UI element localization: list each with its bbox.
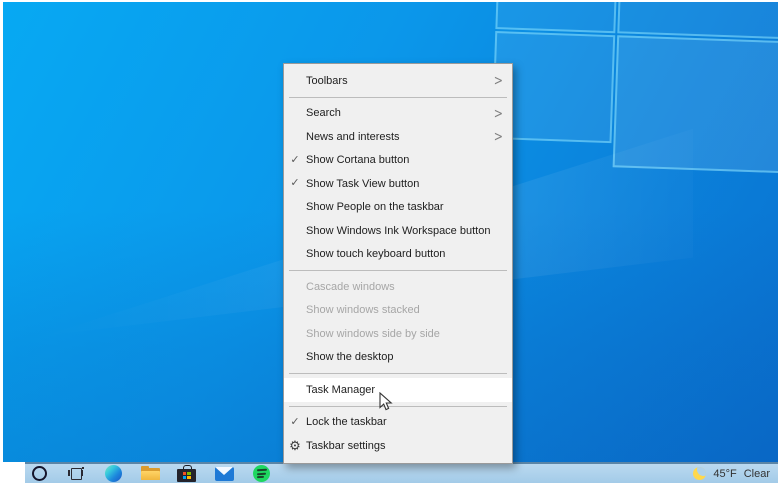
edge-icon bbox=[105, 465, 122, 482]
microsoft-store-icon bbox=[177, 465, 197, 482]
taskbar: 45°F Clear bbox=[3, 462, 778, 483]
mail-button[interactable] bbox=[212, 465, 236, 483]
menu-item-cascade-windows: Cascade windows bbox=[284, 275, 512, 299]
submenu-arrow-icon: > bbox=[494, 129, 503, 145]
checkmark-icon: ✓ bbox=[284, 155, 306, 166]
mail-icon bbox=[215, 467, 234, 481]
menu-item-task-manager[interactable]: Task Manager bbox=[284, 378, 512, 402]
menu-item-show-windows-side-by-side: Show windows side by side bbox=[284, 322, 512, 346]
menu-item-show-task-view-button[interactable]: ✓ Show Task View button bbox=[284, 172, 512, 196]
menu-item-label: Show touch keyboard button bbox=[306, 248, 506, 260]
menu-item-show-the-desktop[interactable]: Show the desktop bbox=[284, 346, 512, 370]
edge-button[interactable] bbox=[101, 465, 125, 483]
file-explorer-button[interactable] bbox=[138, 465, 162, 483]
gear-icon: ⚙ bbox=[284, 439, 306, 452]
windows-logo-icon bbox=[183, 472, 191, 479]
menu-item-label: Lock the taskbar bbox=[306, 416, 506, 428]
menu-separator bbox=[289, 373, 507, 374]
weather-temperature: 45°F bbox=[713, 468, 736, 480]
menu-item-show-touch-keyboard-button[interactable]: Show touch keyboard button bbox=[284, 243, 512, 267]
submenu-arrow-icon: > bbox=[494, 105, 503, 121]
menu-item-label: Show Task View button bbox=[306, 178, 506, 190]
menu-item-taskbar-settings[interactable]: ⚙ Taskbar settings bbox=[284, 434, 512, 458]
menu-item-label: Taskbar settings bbox=[306, 440, 506, 452]
menu-item-show-cortana-button[interactable]: ✓ Show Cortana button bbox=[284, 149, 512, 173]
menu-item-show-windows-ink-workspace-button[interactable]: Show Windows Ink Workspace button bbox=[284, 219, 512, 243]
menu-item-label: Show Cortana button bbox=[306, 154, 506, 166]
menu-item-label: Toolbars bbox=[306, 75, 494, 87]
menu-item-label: Show windows side by side bbox=[306, 328, 506, 340]
menu-item-show-windows-stacked: Show windows stacked bbox=[284, 299, 512, 323]
checkmark-icon: ✓ bbox=[284, 417, 306, 428]
menu-item-label: Task Manager bbox=[306, 384, 506, 396]
cortana-ring-icon bbox=[32, 466, 47, 481]
menu-separator bbox=[289, 97, 507, 98]
file-explorer-icon bbox=[140, 466, 161, 482]
submenu-arrow-icon: > bbox=[494, 73, 503, 89]
weather-widget[interactable]: 45°F Clear bbox=[693, 464, 770, 483]
taskbar-icons bbox=[27, 464, 273, 483]
menu-item-label: Show windows stacked bbox=[306, 304, 506, 316]
menu-item-label: Search bbox=[306, 107, 494, 119]
menu-item-show-people-on-the-taskbar[interactable]: Show People on the taskbar bbox=[284, 196, 512, 220]
spotify-button[interactable] bbox=[249, 465, 273, 483]
screenshot-corner-mask bbox=[0, 462, 25, 487]
menu-item-label: Show Windows Ink Workspace button bbox=[306, 225, 506, 237]
menu-item-label: Cascade windows bbox=[306, 281, 506, 293]
weather-condition: Clear bbox=[744, 468, 770, 480]
menu-item-search[interactable]: Search > bbox=[284, 102, 512, 126]
moon-icon bbox=[693, 467, 706, 480]
taskbar-context-menu: Toolbars > Search > News and interests >… bbox=[283, 63, 513, 464]
checkmark-icon: ✓ bbox=[284, 178, 306, 189]
task-view-button[interactable] bbox=[64, 465, 88, 483]
menu-item-label: Show the desktop bbox=[306, 351, 506, 363]
microsoft-store-button[interactable] bbox=[175, 465, 199, 483]
menu-item-label: Show People on the taskbar bbox=[306, 201, 506, 213]
menu-item-lock-the-taskbar[interactable]: ✓ Lock the taskbar bbox=[284, 411, 512, 435]
spotify-icon bbox=[253, 465, 270, 482]
menu-item-label: News and interests bbox=[306, 131, 494, 143]
menu-separator bbox=[289, 406, 507, 407]
menu-item-news-and-interests[interactable]: News and interests > bbox=[284, 125, 512, 149]
menu-item-toolbars[interactable]: Toolbars > bbox=[284, 69, 512, 93]
cortana-button[interactable] bbox=[27, 465, 51, 483]
mouse-cursor-icon bbox=[379, 392, 393, 412]
menu-separator bbox=[289, 270, 507, 271]
windows-desktop-screenshot: Toolbars > Search > News and interests >… bbox=[0, 0, 781, 487]
task-view-icon bbox=[68, 467, 84, 480]
